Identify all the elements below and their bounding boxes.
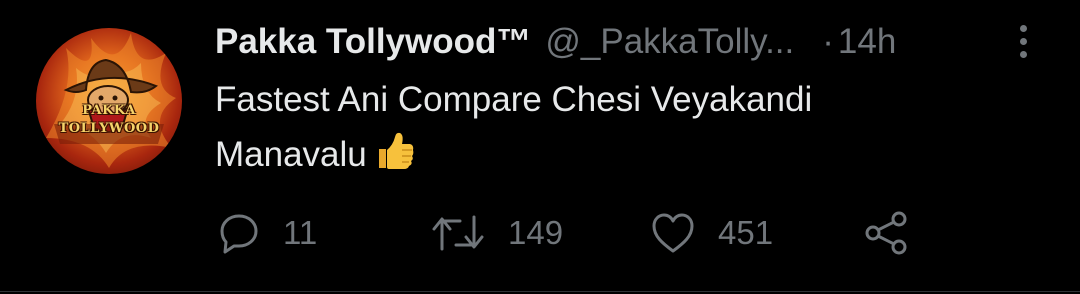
tweet-text-line2: Manavalu [215,135,367,174]
retweet-button[interactable]: 149 [430,208,563,258]
reply-count: 11 [283,214,318,251]
like-count: 451 [718,214,774,251]
tweet-header: Pakka Tollywood™ @_PakkaTolly... · 14h [215,20,896,64]
tweet-text-line2-row: Manavalu [215,127,995,188]
tweet-text-line1: Fastest Ani Compare Chesi Veyakandi [215,80,813,119]
share-icon [865,211,907,255]
user-handle[interactable]: @_PakkaTolly... [545,22,794,62]
tweet-card[interactable]: PAKKA TOLLYWOOD Pakka Tollywood™ @_Pakka… [0,0,1080,294]
retweet-icon [432,215,484,251]
thumbs-up-emoji [375,130,415,188]
like-button[interactable]: 451 [650,208,773,258]
reply-icon [220,214,258,254]
reply-button[interactable]: 11 [217,208,317,258]
retweet-count: 149 [508,214,564,251]
avatar-image [46,33,176,168]
more-options-icon[interactable] [1014,22,1034,62]
share-button[interactable] [862,208,912,258]
avatar-logo-line1: PAKKA [82,103,136,118]
tweet-divider [0,291,1080,292]
avatar-logo-line2: TOLLYWOOD [58,121,160,136]
tweet-actions: 11 149 451 [0,208,1080,258]
like-icon [652,213,694,253]
tweet-text: Fastest Ani Compare Chesi Veyakandi Mana… [215,72,995,188]
timestamp[interactable]: 14h [838,22,896,62]
avatar[interactable]: PAKKA TOLLYWOOD [36,28,182,174]
display-name[interactable]: Pakka Tollywood™ [215,22,531,62]
separator-dot: · [822,22,834,61]
